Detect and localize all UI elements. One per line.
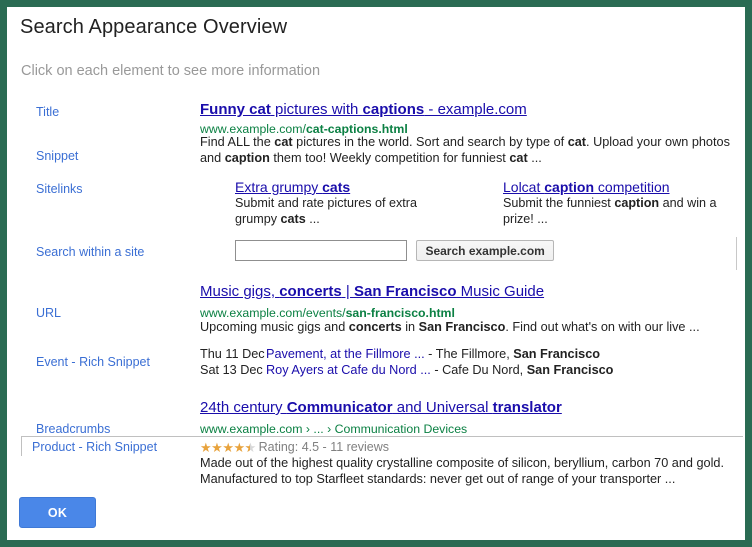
label-product-rich-snippet[interactable]: Product - Rich Snippet (32, 440, 157, 454)
result-2-url-text: www.example.com/events/san-francisco.htm… (200, 306, 455, 320)
result-1-url-text: www.example.com/cat-captions.html (200, 122, 408, 136)
result-2-title[interactable]: Music gigs, concerts | San Francisco Mus… (200, 283, 544, 301)
search-within-site-input[interactable] (235, 240, 407, 261)
result-3-title-link[interactable]: 24th century Communicator and Universal … (200, 399, 562, 416)
label-breadcrumbs[interactable]: Breadcrumbs (36, 422, 110, 436)
sitelink-title-link[interactable]: Extra grumpy cats (235, 178, 503, 196)
event-row[interactable]: Thu 11 DecPavement, at the Fillmore ... … (200, 346, 613, 362)
event-row[interactable]: Sat 13 Dec Roy Ayers at Cafe du Nord ... … (200, 362, 613, 378)
label-sitelinks[interactable]: Sitelinks (36, 182, 83, 196)
result-1-title[interactable]: Funny cat pictures with captions - examp… (200, 101, 527, 119)
result-3-breadcrumb[interactable]: www.example.com › ... › Communication De… (200, 420, 467, 438)
label-search-within-site[interactable]: Search within a site (36, 245, 144, 259)
result-1-snippet-text: Find ALL the cat pictures in the world. … (200, 135, 730, 165)
result-2-title-link[interactable]: Music gigs, concerts | San Francisco Mus… (200, 283, 544, 300)
sitelink-title-link[interactable]: Lolcat caption competition (503, 178, 745, 196)
result-3-snippet-text: Made out of the highest quality crystall… (200, 456, 724, 486)
label-event-rich-snippet[interactable]: Event - Rich Snippet (36, 355, 150, 369)
search-within-site-block[interactable]: Search example.com (235, 240, 554, 261)
page-title: Search Appearance Overview (20, 16, 288, 38)
result-3-title[interactable]: 24th century Communicator and Universal … (200, 399, 562, 417)
rating-stars: ★★★★★ (200, 441, 256, 454)
star-icon: ★ (200, 440, 212, 455)
event-rich-snippet-block[interactable]: Thu 11 DecPavement, at the Fillmore ... … (200, 346, 613, 378)
event-date: Thu 11 Dec (200, 347, 265, 361)
event-link[interactable]: Roy Ayers at Cafe du Nord ... (266, 363, 431, 377)
result-2-snippet-text: Upcoming music gigs and concerts in San … (200, 320, 700, 334)
sitelinks-block[interactable]: Extra grumpy cats Submit and rate pictur… (235, 178, 745, 227)
label-url[interactable]: URL (36, 306, 61, 320)
result-1-snippet[interactable]: Find ALL the cat pictures in the world. … (200, 135, 742, 166)
breadcrumb: www.example.com › ... › Communication De… (200, 422, 468, 436)
event-link[interactable]: Pavement, at the Fillmore ... (266, 347, 425, 361)
search-example-button[interactable]: Search example.com (416, 240, 554, 261)
label-snippet[interactable]: Snippet (36, 149, 78, 163)
dialog-body: Search Appearance Overview Click on each… (7, 7, 745, 540)
section-divider (736, 237, 737, 270)
product-rich-snippet-block[interactable]: ★★★★★Rating: 4.5 - 11 reviews (200, 438, 389, 456)
label-title[interactable]: Title (36, 105, 59, 119)
result-3-snippet: Made out of the highest quality crystall… (200, 456, 742, 487)
sitelink-description: Submit the funniest caption and win a pr… (503, 196, 717, 226)
star-icon: ★ (211, 440, 223, 455)
star-icon: ★ (233, 440, 245, 455)
sitelink-item[interactable]: Extra grumpy cats Submit and rate pictur… (235, 178, 503, 227)
rating-text: Rating: 4.5 - 11 reviews (258, 440, 390, 454)
event-date: Sat 13 Dec (200, 363, 263, 377)
star-icon: ★ (222, 440, 234, 455)
event-venue: - Cafe Du Nord, San Francisco (430, 363, 614, 377)
search-appearance-dialog: Search Appearance Overview Click on each… (0, 0, 752, 547)
star-half-icon: ★ (245, 441, 257, 454)
result-2-snippet: Upcoming music gigs and concerts in San … (200, 320, 742, 336)
sitelink-item[interactable]: Lolcat caption competition Submit the fu… (503, 178, 745, 227)
dialog-subtitle: Click on each element to see more inform… (21, 63, 321, 79)
event-venue: - The Fillmore, San Francisco (424, 347, 600, 361)
result-1-title-link[interactable]: Funny cat pictures with captions - examp… (200, 101, 527, 118)
ok-button[interactable]: OK (19, 497, 96, 528)
sitelink-description: Submit and rate pictures of extra grumpy… (235, 196, 418, 226)
